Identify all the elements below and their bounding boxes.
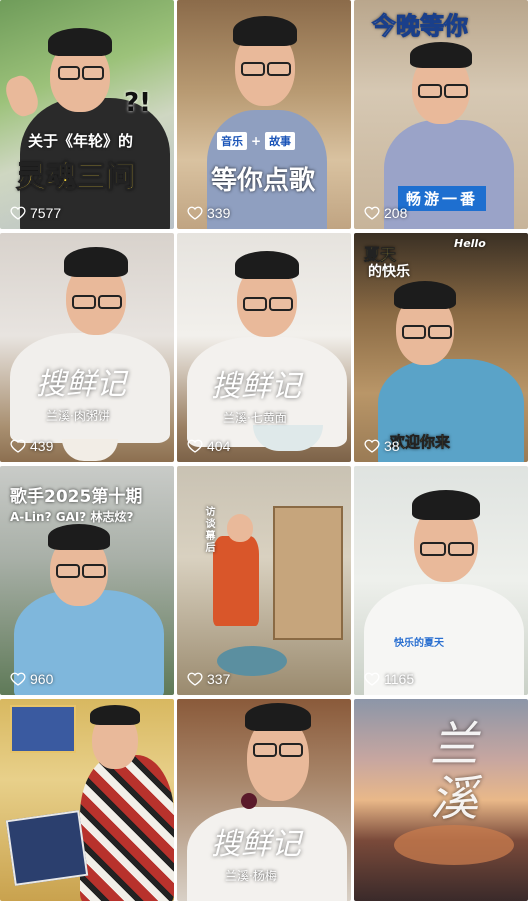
heart-icon <box>187 672 203 686</box>
like-count: 337 <box>187 671 230 687</box>
caption-top: 歌手2025第十期 <box>10 487 143 507</box>
river-reflection <box>394 825 514 865</box>
like-count-value: 404 <box>207 438 231 454</box>
video-grid: ?! 关于《年轮》的 灵魂三问 7577 音乐 + 故事 等你点歌 339 今晚… <box>0 0 528 901</box>
script-title: 搜鲜记 <box>211 827 301 862</box>
like-count: 339 <box>187 205 230 221</box>
video-tile-7[interactable]: 歌手2025第十期 A-Lin? GAI? 林志炫? 960 <box>0 466 174 695</box>
like-count-value: 337 <box>207 671 231 687</box>
presenter <box>354 466 528 695</box>
video-tile-2[interactable]: 音乐 + 故事 等你点歌 339 <box>177 0 351 229</box>
presenter <box>0 233 174 462</box>
like-count: 1165 <box>364 671 414 687</box>
caption-main: 灵魂三问 <box>16 160 137 196</box>
like-count-value: 7577 <box>30 205 62 221</box>
video-tile-9[interactable]: 快乐的夏天 1165 <box>354 466 528 695</box>
heart-icon <box>10 206 26 220</box>
heart-icon <box>187 439 203 453</box>
mark-text: ?! <box>124 88 151 118</box>
video-tile-1[interactable]: ?! 关于《年轮》的 灵魂三问 7577 <box>0 0 174 229</box>
like-count: 439 <box>10 438 53 454</box>
like-count-value: 439 <box>30 438 54 454</box>
heart-icon <box>364 439 380 453</box>
caption-main: 等你点歌 <box>211 166 316 196</box>
video-tile-5[interactable]: 搜鲜记 兰溪·七黄面 404 <box>177 233 351 462</box>
heart-icon <box>10 439 26 453</box>
caption-sub: A-Lin? GAI? 林志炫? <box>10 510 134 524</box>
video-tile-4[interactable]: 搜鲜记 兰溪·肉粥饼 439 <box>0 233 174 462</box>
tag-separator: + <box>251 134 262 148</box>
caption-main: 畅游一番 <box>398 186 487 211</box>
heart-icon <box>364 672 380 686</box>
like-count: 960 <box>10 671 53 687</box>
subtitle: 兰溪·七黄面 <box>223 411 287 425</box>
caption-top: 关于《年轮》的 <box>28 132 134 150</box>
tag-music: 音乐 <box>217 132 247 150</box>
script-title: 兰溪 <box>421 719 477 827</box>
heart-icon <box>187 206 203 220</box>
like-count: 7577 <box>10 205 61 221</box>
like-count-value: 960 <box>30 671 54 687</box>
script-title: 搜鲜记 <box>36 367 126 402</box>
like-count-value: 38 <box>384 438 400 454</box>
album-cover <box>5 810 89 886</box>
caption-top-b: 的快乐 <box>368 264 410 280</box>
video-tile-3[interactable]: 今晚等你 畅游一番 208 <box>354 0 528 229</box>
person <box>177 466 351 695</box>
like-count: 404 <box>187 438 230 454</box>
bayberry <box>241 793 257 809</box>
like-count-value: 208 <box>384 205 408 221</box>
like-count-value: 339 <box>207 205 231 221</box>
like-count: 38 <box>364 438 400 454</box>
subtitle: 兰溪·杨梅 <box>225 869 277 883</box>
caption-main: 快乐的夏天 <box>394 638 444 649</box>
like-count-value: 1165 <box>384 671 415 687</box>
hello-text: Hello <box>454 237 486 250</box>
tag-story: 故事 <box>265 132 296 150</box>
video-tile-11[interactable]: 搜鲜记 兰溪·杨梅 <box>177 699 351 901</box>
video-tile-10[interactable] <box>0 699 174 901</box>
heart-icon <box>10 672 26 686</box>
heart-icon <box>364 206 380 220</box>
presenter <box>177 233 351 462</box>
caption-top: 今晚等你 <box>372 12 469 41</box>
video-tile-6[interactable]: 夏天 的快乐 Hello 欢迎你来 38 <box>354 233 528 462</box>
tag-row: 音乐 + 故事 <box>217 132 296 150</box>
video-tile-8[interactable]: 访谈幕后 337 <box>177 466 351 695</box>
like-count: 208 <box>364 205 407 221</box>
caption-vertical: 访谈幕后 <box>203 506 214 554</box>
script-title: 搜鲜记 <box>211 369 301 404</box>
presenter <box>0 699 174 901</box>
subtitle: 兰溪·肉粥饼 <box>46 409 110 423</box>
video-tile-12[interactable]: 兰溪 <box>354 699 528 901</box>
